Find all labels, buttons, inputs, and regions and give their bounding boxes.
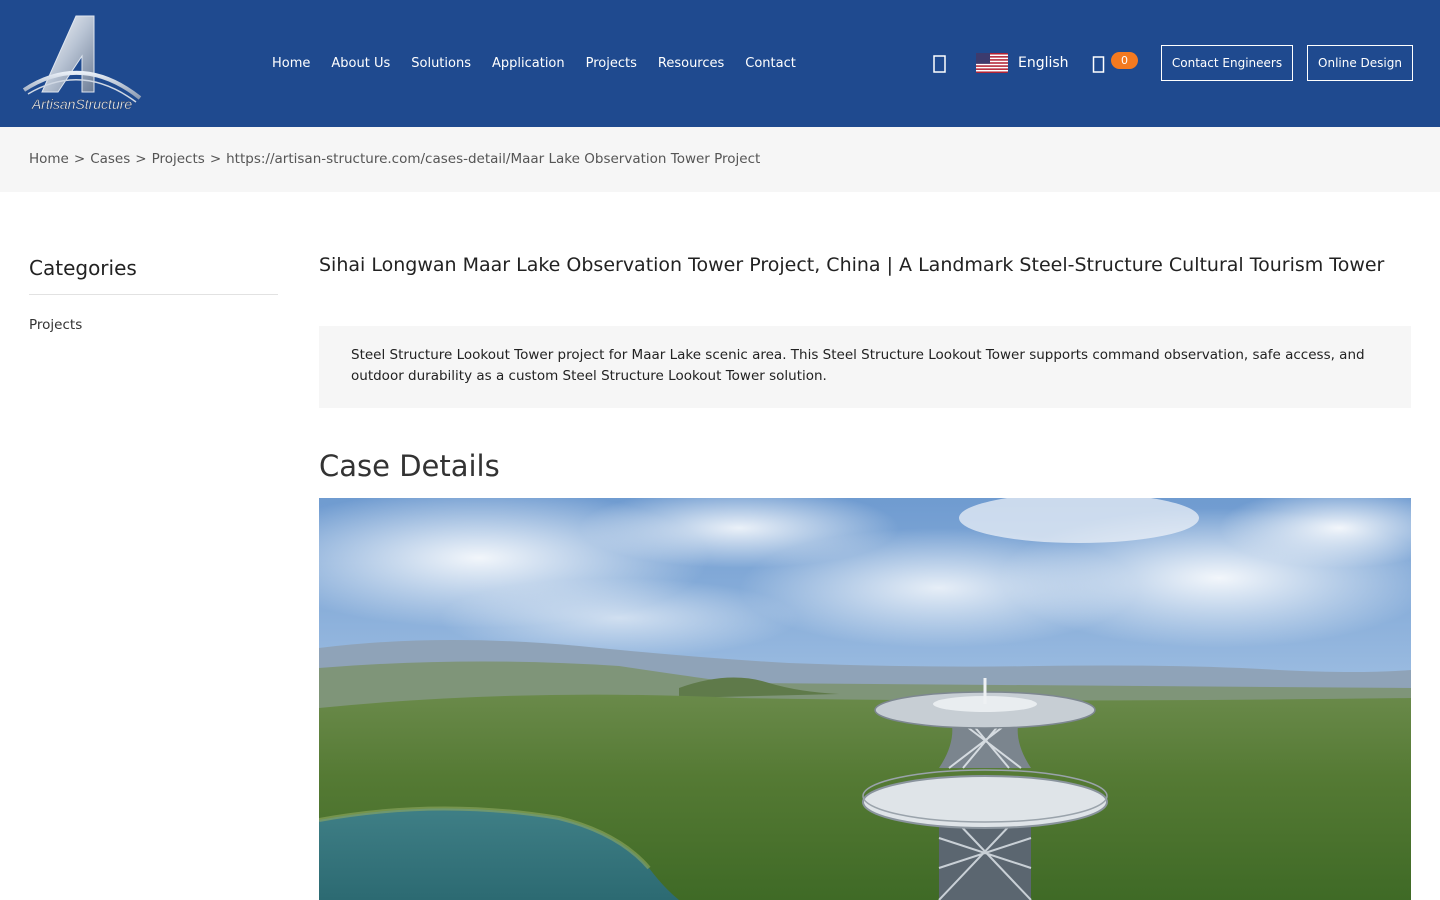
nav-solutions[interactable]: Solutions: [411, 56, 471, 71]
nav-contact[interactable]: Contact: [745, 56, 796, 71]
summary-panel: Steel Structure Lookout Tower project fo…: [319, 326, 1411, 408]
main-nav: Home About Us Solutions Application Proj…: [272, 0, 796, 127]
nav-home[interactable]: Home: [272, 56, 310, 71]
breadcrumb-current: https://artisan-structure.com/cases-deta…: [226, 151, 761, 167]
category-item-projects[interactable]: Projects: [29, 317, 82, 333]
categories-divider: [29, 294, 278, 295]
breadcrumb-bar: Home > Cases > Projects > https://artisan-stru…: [0, 127, 1440, 192]
breadcrumb-separator: >: [209, 151, 222, 167]
search-icon[interactable]: [932, 54, 948, 74]
site-header: ArtisanStructure Home About Us Solutions…: [0, 0, 1440, 127]
language-selector[interactable]: English: [976, 51, 1069, 75]
cart-icon[interactable]: [1092, 54, 1106, 74]
breadcrumb-separator: >: [73, 151, 86, 167]
artisan-structure-logo[interactable]: ArtisanStructure: [18, 12, 146, 114]
language-label: English: [1018, 55, 1069, 71]
svg-text:ArtisanStructure: ArtisanStructure: [31, 96, 133, 112]
summary-text: Steel Structure Lookout Tower project fo…: [351, 347, 1365, 384]
us-flag-icon: [976, 53, 1008, 73]
breadcrumb: Home > Cases > Projects > https://artisan-stru…: [29, 151, 760, 167]
nav-resources[interactable]: Resources: [658, 56, 724, 71]
breadcrumb-projects[interactable]: Projects: [152, 151, 205, 167]
cart-count-badge: 0: [1111, 52, 1138, 69]
categories-title: Categories: [29, 256, 137, 280]
observation-tower-photo: [319, 498, 1411, 900]
breadcrumb-home[interactable]: Home: [29, 151, 69, 167]
breadcrumb-separator: >: [135, 151, 147, 167]
page-title: Sihai Longwan Maar Lake Observation Towe…: [319, 254, 1385, 276]
online-design-button[interactable]: Online Design: [1307, 45, 1413, 81]
nav-projects[interactable]: Projects: [586, 56, 637, 71]
nav-application[interactable]: Application: [492, 56, 565, 71]
contact-engineers-button[interactable]: Contact Engineers: [1161, 45, 1293, 81]
case-details-heading: Case Details: [319, 449, 500, 483]
nav-about-us[interactable]: About Us: [331, 56, 390, 71]
breadcrumb-cases[interactable]: Cases: [90, 151, 130, 167]
